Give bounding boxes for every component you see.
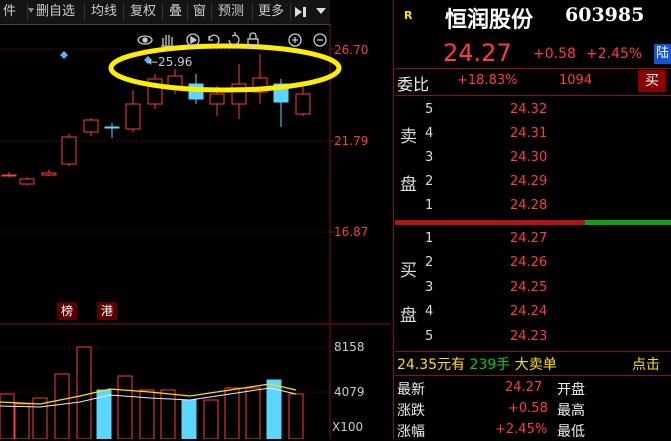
price-change-pct: +2.45%: [586, 46, 643, 62]
exchange-badge: 陆: [654, 44, 671, 64]
volume-unit-label: X100: [332, 420, 364, 434]
chevron-down-icon[interactable]: [316, 8, 326, 16]
change-label: 涨跌: [397, 403, 425, 419]
sell-level-row[interactable]: 3 24.30: [395, 146, 671, 170]
redo-icon: [228, 32, 240, 46]
candle-body: [19, 178, 35, 185]
pct-value: +2.45%: [495, 422, 548, 437]
weibi-label: 委比: [397, 75, 430, 94]
volume-bar: [288, 393, 304, 439]
chart-toolbar: 件 删自选 均线 复权 叠 窗 预测 更多: [0, 0, 330, 25]
sell-level-row[interactable]: 4 24.31: [395, 122, 671, 146]
volume-bar: [14, 403, 30, 439]
play-forward-icon[interactable]: [294, 5, 308, 19]
highlight-ellipse: [108, 43, 342, 93]
buy-level-row[interactable]: 2 24.26: [395, 251, 671, 275]
remove-watchlist-button[interactable]: 删自选: [33, 3, 85, 21]
big-order-ticker[interactable]: 24.35元有 239手 大卖单: [397, 354, 557, 374]
volume-bar: [245, 387, 261, 439]
buy-level-row[interactable]: 4 24.24: [395, 300, 671, 324]
volume-bar: [181, 399, 197, 439]
latest-value: 24.27: [505, 380, 543, 395]
price-axis-label: 21.79: [334, 134, 369, 148]
volume-bar: [117, 375, 133, 439]
high-price-annotation: ←25.96: [148, 55, 193, 69]
stock-code: 603985: [565, 4, 645, 26]
sell-strength-bar: [395, 220, 585, 225]
volume-bar: [54, 373, 70, 439]
volume-bar: [76, 346, 92, 439]
candle-body: [125, 103, 141, 130]
signal-diamond-icon: [60, 51, 68, 59]
high-label: 最高: [557, 403, 585, 419]
stock-name: 恒润股份: [445, 8, 534, 33]
kline-chart-area[interactable]: ←25.96 26.70 21.79 16.87 榜 港 8158 4079 X…: [0, 24, 390, 439]
candle-body: [295, 93, 311, 115]
latest-label: 最新: [397, 382, 425, 398]
sell-level-row[interactable]: 5 24.32: [395, 98, 671, 122]
quote-panel: R 恒润股份 603985 24.27 +0.58 +2.45% 陆 委比 +1…: [395, 0, 671, 440]
pct-label: 涨幅: [397, 424, 425, 440]
adjust-button[interactable]: 复权: [127, 3, 163, 21]
hand-icon: [161, 35, 174, 47]
candle-body: [209, 93, 225, 105]
overlay-button[interactable]: 叠: [166, 3, 188, 21]
candle-body: [1, 174, 17, 177]
volume-bar: [0, 393, 15, 439]
toolbar-item-0[interactable]: 件: [0, 3, 28, 21]
window-button[interactable]: 窗: [190, 3, 212, 21]
candle-body: [61, 136, 77, 165]
candlestick-series: [1, 54, 311, 185]
volume-bar: [224, 387, 240, 439]
candle-body: [231, 83, 247, 105]
weibi-value: +18.83%: [457, 73, 518, 88]
undo-icon: [208, 34, 220, 46]
candle-body: [41, 172, 57, 176]
price-change: +0.58: [533, 46, 576, 62]
change-value: +0.58: [508, 401, 548, 416]
volume-axis-label: 8158: [334, 340, 365, 354]
volume-series: [0, 346, 304, 439]
low-label: 最低: [557, 424, 585, 440]
toolbar-separator-icon: [28, 8, 34, 13]
buy-button[interactable]: 买: [638, 70, 666, 92]
r-badge: R: [404, 9, 413, 22]
candle-body: [83, 119, 99, 133]
buy-level-row[interactable]: 1 24.27: [395, 227, 671, 251]
buy-level-row[interactable]: 5 24.23: [395, 325, 671, 349]
hk-connect-tag[interactable]: 港: [97, 302, 117, 320]
ranking-tag[interactable]: 榜: [57, 302, 77, 320]
chart-tools: [137, 32, 327, 48]
volume-axis-label: 4079: [334, 385, 365, 399]
open-label: 开盘: [557, 382, 585, 398]
buy-level-row[interactable]: 3 24.25: [395, 276, 671, 300]
forecast-button[interactable]: 预测: [215, 3, 253, 21]
kline-canvas: [0, 24, 390, 439]
moving-average-button[interactable]: 均线: [88, 3, 124, 21]
price-axis-label: 16.87: [334, 225, 369, 239]
lock-icon: [247, 38, 259, 48]
candle-body: [104, 126, 120, 129]
sell-level-row[interactable]: 2 24.29: [395, 170, 671, 194]
buy-strength-bar: [585, 220, 671, 225]
panel-divider: [393, 0, 394, 439]
volume-bar: [160, 389, 176, 439]
price-axis-label: 26.70: [334, 43, 369, 57]
click-more-link[interactable]: 点击: [632, 354, 660, 374]
sell-level-row[interactable]: 1 24.28: [395, 194, 671, 218]
last-price: 24.27: [443, 39, 512, 67]
more-button[interactable]: 更多: [255, 3, 291, 21]
volume-bar: [203, 399, 219, 439]
weicha-value: 1094: [559, 73, 593, 88]
